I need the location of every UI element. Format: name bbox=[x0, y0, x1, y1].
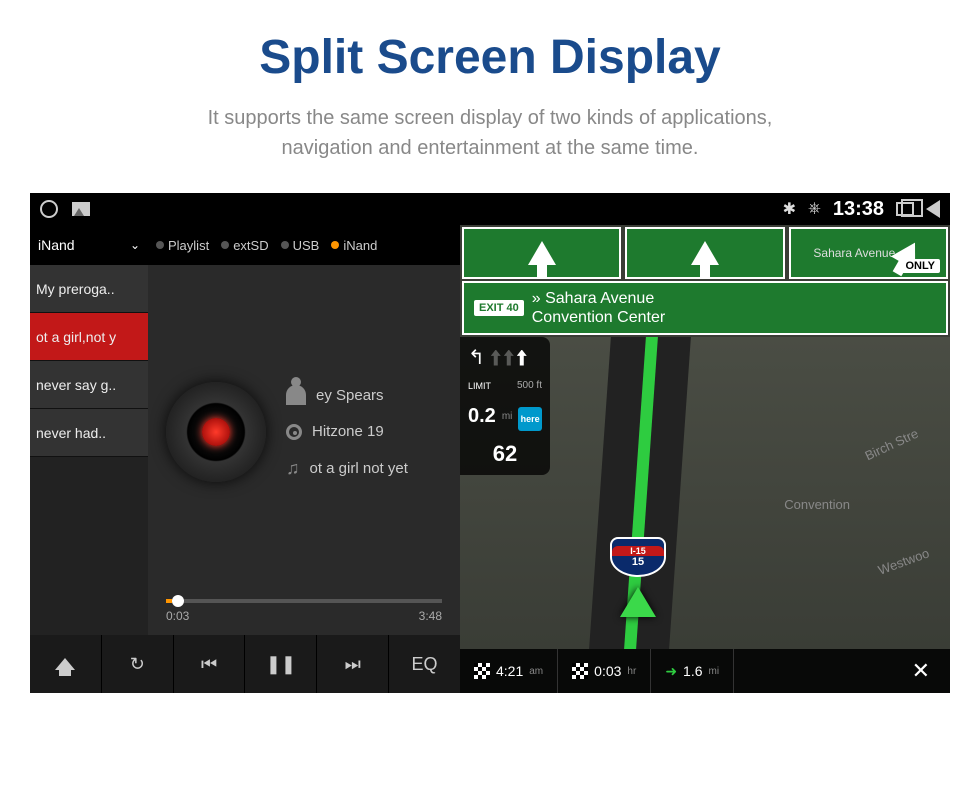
eq-button[interactable]: EQ bbox=[389, 635, 460, 693]
close-nav-button[interactable]: ✕ bbox=[892, 649, 950, 693]
prev-button[interactable]: ⏮ bbox=[174, 635, 246, 693]
artist-name: ey Spears bbox=[316, 387, 384, 404]
song-icon: ♫ bbox=[286, 458, 300, 479]
sign-right: Sahara Avenue ONLY bbox=[789, 227, 948, 279]
turn-info-panel: ↰ LIMIT 500 ft 0.2 mi her bbox=[460, 337, 550, 475]
playlist-item[interactable]: never had.. bbox=[30, 409, 148, 457]
position-marker-icon bbox=[620, 587, 656, 617]
album-art bbox=[166, 382, 266, 482]
trip-elapsed: 0:03hr bbox=[558, 649, 651, 693]
home-icon bbox=[55, 658, 75, 670]
music-panel: iNand ⌄ My preroga.. ot a girl,not y nev… bbox=[30, 225, 460, 693]
progress-section: 0:03 3:48 bbox=[148, 599, 460, 635]
now-playing: ey Spears Hitzone 19 ♫ ot a girl not yet bbox=[148, 265, 460, 599]
exit-dest-line2: Convention Center bbox=[532, 308, 665, 327]
only-badge: ONLY bbox=[900, 259, 940, 273]
exit-banner: EXIT 40 » Sahara Avenue Convention Cente… bbox=[462, 281, 948, 335]
sign-left bbox=[462, 227, 621, 279]
pause-button[interactable]: ❚❚ bbox=[245, 635, 317, 693]
interstate-shield: I-15 15 bbox=[610, 537, 666, 577]
close-icon: ✕ bbox=[912, 658, 930, 684]
image-indicator-icon bbox=[72, 202, 90, 216]
source-label: iNand bbox=[38, 237, 75, 253]
arrival-time: 4:21am bbox=[460, 649, 558, 693]
turn-arrow-icon: ↰ bbox=[468, 345, 485, 370]
shield-top-label: I-15 bbox=[612, 546, 664, 556]
player-column: Playlist extSD USB iNand ey Spears Hitzo… bbox=[148, 225, 460, 635]
arrow-up-icon bbox=[528, 241, 556, 265]
home-button[interactable] bbox=[30, 635, 102, 693]
route-arrow-icon: ➜ bbox=[665, 663, 677, 680]
status-bar: ✱ ⎈ 13:38 bbox=[30, 193, 950, 225]
highway-signs: Sahara Avenue ONLY bbox=[460, 225, 950, 281]
lane-icon bbox=[491, 350, 501, 366]
limit-label: LIMIT bbox=[468, 381, 491, 391]
shield-number: 15 bbox=[632, 556, 644, 568]
exit-dest-line1: » Sahara Avenue bbox=[532, 289, 665, 308]
sign-street-label: Sahara Avenue bbox=[813, 246, 895, 260]
repeat-button[interactable]: ↻ bbox=[102, 635, 174, 693]
remaining-distance: ➜ 1.6mi bbox=[651, 649, 734, 693]
progress-knob[interactable] bbox=[172, 595, 184, 607]
scale-label: 500 ft bbox=[517, 380, 542, 391]
repeat-icon: ↻ bbox=[130, 654, 145, 675]
playlist-item[interactable]: ot a girl,not y bbox=[30, 313, 148, 361]
source-dropdown[interactable]: iNand ⌄ bbox=[30, 225, 148, 265]
flag-icon bbox=[572, 663, 588, 679]
pause-icon: ❚❚ bbox=[266, 654, 296, 675]
lane-icon bbox=[504, 350, 514, 366]
time-total: 3:48 bbox=[419, 609, 442, 623]
source-tabs: Playlist extSD USB iNand bbox=[148, 225, 460, 265]
tab-extsd[interactable]: extSD bbox=[221, 238, 268, 253]
artist-icon bbox=[286, 385, 306, 405]
nav-bottom-bar: 4:21am 0:03hr ➜ 1.6mi ✕ bbox=[460, 649, 950, 693]
location-icon: ⎈ bbox=[808, 200, 821, 218]
playlist-item[interactable]: never say g.. bbox=[30, 361, 148, 409]
tab-usb[interactable]: USB bbox=[281, 238, 320, 253]
eq-label: EQ bbox=[412, 654, 438, 675]
tab-playlist[interactable]: Playlist bbox=[156, 238, 209, 253]
page-title: Split Screen Display bbox=[0, 30, 980, 85]
prev-icon: ⏮ bbox=[201, 654, 217, 675]
next-distance-unit: mi bbox=[502, 411, 513, 422]
album-name: Hitzone 19 bbox=[312, 423, 384, 440]
record-indicator-icon bbox=[40, 200, 58, 218]
song-name: ot a girl not yet bbox=[310, 460, 408, 477]
street-label: Birch Stre bbox=[862, 426, 920, 464]
lane-icon bbox=[517, 350, 527, 366]
sign-mid bbox=[625, 227, 784, 279]
speed-value: 62 bbox=[468, 441, 542, 467]
bluetooth-icon: ✱ bbox=[783, 199, 796, 219]
subtitle-line2: navigation and entertainment at the same… bbox=[0, 133, 980, 163]
album-icon bbox=[286, 424, 302, 440]
player-controls: ↻ ⏮ ❚❚ ⏭ EQ bbox=[30, 635, 460, 693]
exit-badge: EXIT 40 bbox=[474, 300, 524, 316]
next-distance: 0.2 bbox=[468, 405, 496, 428]
arrow-up-icon bbox=[691, 241, 719, 265]
device-screen: ✱ ⎈ 13:38 iNand ⌄ My preroga.. ot a girl… bbox=[30, 193, 950, 693]
lane-guidance bbox=[491, 350, 527, 366]
next-icon: ⏭ bbox=[345, 654, 361, 675]
playlist-column: iNand ⌄ My preroga.. ot a girl,not y nev… bbox=[30, 225, 148, 635]
playlist-item[interactable]: My preroga.. bbox=[30, 265, 148, 313]
map[interactable]: I-15 15 ↰ LIMIT 500 ft bbox=[460, 337, 950, 649]
back-icon[interactable] bbox=[926, 200, 940, 218]
subtitle-line1: It supports the same screen display of t… bbox=[0, 103, 980, 133]
next-button[interactable]: ⏭ bbox=[317, 635, 389, 693]
progress-bar[interactable] bbox=[166, 599, 442, 603]
tab-inand[interactable]: iNand bbox=[331, 238, 377, 253]
street-label: Westwoo bbox=[876, 545, 931, 577]
navigation-panel: I-15 Sahara Avenue ONLY EXIT 40 » Sahara… bbox=[460, 225, 950, 693]
clock: 13:38 bbox=[833, 198, 884, 221]
street-label: Convention bbox=[784, 497, 850, 512]
flag-icon bbox=[474, 663, 490, 679]
page-subtitle: It supports the same screen display of t… bbox=[0, 103, 980, 163]
recents-icon[interactable] bbox=[896, 202, 914, 216]
chevron-down-icon: ⌄ bbox=[130, 238, 140, 252]
speed-box: 62 bbox=[468, 441, 542, 467]
here-badge-icon: here bbox=[518, 407, 542, 431]
time-elapsed: 0:03 bbox=[166, 609, 189, 623]
